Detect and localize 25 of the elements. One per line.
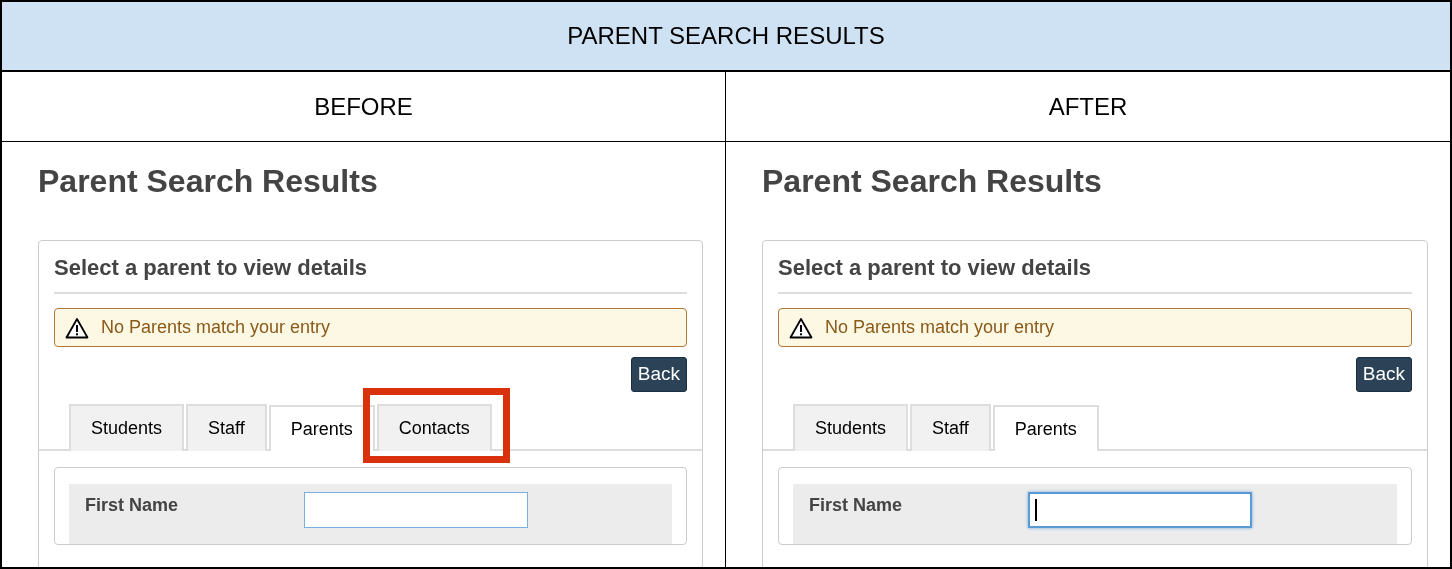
back-button[interactable]: Back [630, 357, 687, 392]
field-label: First Name [809, 493, 904, 517]
column-heading: BEFORE [314, 91, 413, 122]
table-title: PARENT SEARCH RESULTS [567, 21, 885, 51]
tab[interactable]: Students [793, 403, 909, 451]
alert-message: No Parents match your entry [101, 316, 331, 340]
first-name-field[interactable] [304, 491, 528, 528]
tab[interactable]: Staff [186, 403, 267, 451]
alert-message: No Parents match your entry [825, 316, 1055, 340]
back-button[interactable]: Back [1355, 357, 1412, 392]
card-title: Select a parent to view details [778, 251, 1412, 295]
column-heading: AFTER [1048, 91, 1128, 122]
text-cursor [1035, 498, 1037, 521]
card-title: Select a parent to view details [54, 251, 687, 295]
first-name-field[interactable] [1028, 491, 1252, 528]
page-title: Parent Search Results [38, 162, 379, 201]
tab[interactable]: Students [69, 403, 185, 451]
warning-icon [789, 316, 813, 339]
tab[interactable]: Parents [992, 404, 1099, 451]
tab[interactable]: Parents [268, 404, 375, 451]
field-label: First Name [85, 493, 180, 517]
page-title: Parent Search Results [762, 162, 1103, 201]
warning-icon [65, 316, 89, 339]
tab[interactable]: Contacts [376, 403, 492, 451]
tab[interactable]: Staff [910, 403, 991, 451]
